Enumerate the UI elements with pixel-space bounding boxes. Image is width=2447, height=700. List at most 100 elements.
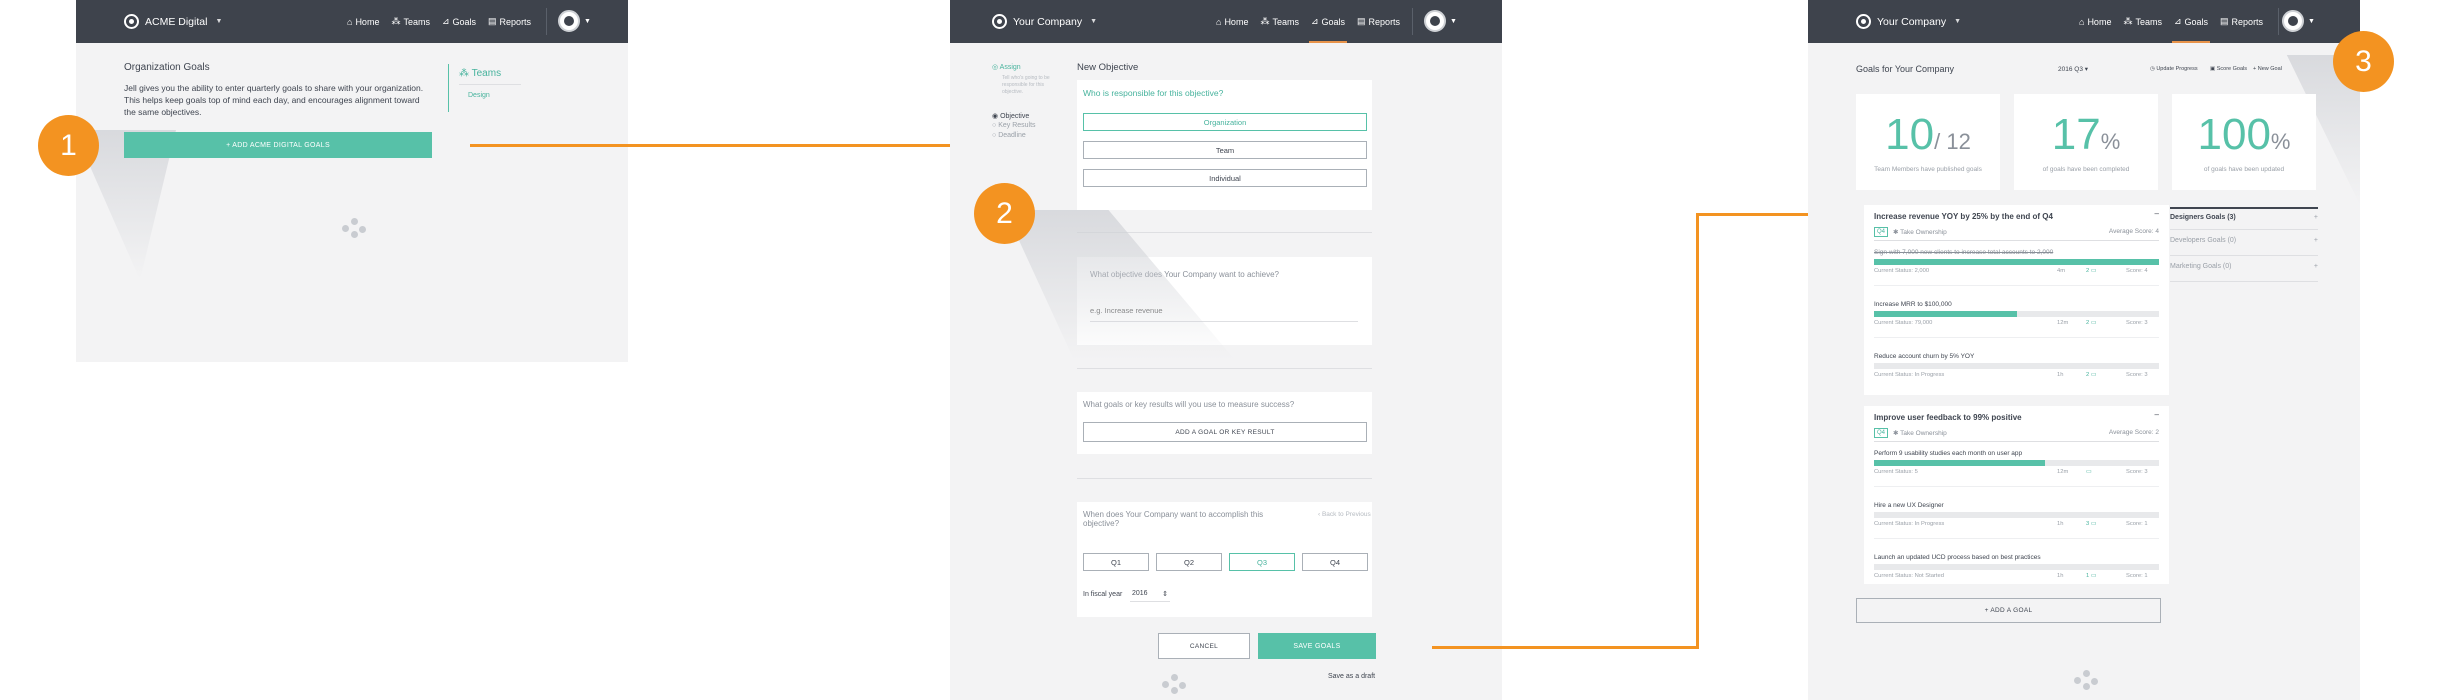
option-organization[interactable]: Organization [1083, 113, 1367, 131]
objective-card: Improve user feedback to 99% positive – Q4… [1864, 406, 2169, 584]
avatar[interactable] [1424, 10, 1446, 32]
avatar[interactable] [2282, 10, 2304, 32]
period-select[interactable]: 2016 Q3 ▾ [2058, 65, 2088, 73]
comments-count[interactable]: 3 ▭ [2086, 521, 2096, 527]
save-goals-button[interactable]: SAVE GOALS [1258, 633, 1376, 659]
step-badge: 1 [38, 115, 99, 176]
nav-goals[interactable]: ⊿ Goals [1308, 0, 1348, 43]
add-key-result-button[interactable]: ADD A GOAL OR KEY RESULT [1083, 422, 1367, 442]
chevron-down-icon[interactable]: ▼ [584, 18, 591, 25]
chart-icon: ⊿ [441, 16, 450, 26]
loading-spinner-icon [1162, 674, 1188, 694]
teams-heading-label: Teams [471, 68, 502, 79]
chevron-down-icon: ▼ [1954, 18, 1962, 25]
collapse-icon[interactable]: + [2314, 214, 2318, 221]
progress-fill [1874, 311, 2017, 317]
comment-icon: ▭ [2090, 372, 2097, 378]
step-objective[interactable]: ◉ Objective [992, 112, 1029, 120]
new-goal-button[interactable]: + New Goal [2253, 66, 2282, 72]
home-icon: ⌂ [1216, 16, 1222, 27]
comments-count[interactable]: 2 ▭ [2086, 320, 2096, 326]
nav-home[interactable]: ⌂ Home [1216, 0, 1248, 43]
step-key-results[interactable]: ○ Key Results [992, 122, 1036, 129]
minus-icon[interactable]: – [2155, 410, 2159, 419]
team-item-design[interactable]: Design [468, 92, 490, 99]
step-assign[interactable]: ◎ Assign [992, 63, 1021, 71]
stat-suffix: % [2270, 129, 2291, 154]
quarter-q1[interactable]: Q1 [1083, 553, 1149, 571]
side-group-developers[interactable]: Developers Goals (0) + [2170, 237, 2318, 244]
stat-caption: of goals have been updated [2203, 166, 2285, 173]
objective-title[interactable]: Improve user feedback to 99% positive [1874, 413, 2022, 422]
nav-reports[interactable]: ▤ Reports [1357, 0, 1400, 43]
report-icon: ▤ [488, 16, 497, 26]
add-org-goals-button[interactable]: + ADD ACME DIGITAL GOALS [124, 132, 432, 158]
key-result-name[interactable]: Hire a new UX Designer [1874, 502, 2159, 509]
cancel-button[interactable]: CANCEL [1158, 633, 1250, 659]
comments-count[interactable]: 1 ▭ [2086, 573, 2096, 579]
nav-divider [2278, 8, 2279, 35]
key-result-name[interactable]: Perform 9 usability studies each month o… [1874, 450, 2159, 457]
score-goals-button[interactable]: ▣ Score Goals [2210, 66, 2247, 72]
key-result-name[interactable]: Sign with 7,000 new clients to increase … [1874, 249, 2159, 256]
nav-home[interactable]: ⌂ Home [347, 0, 379, 43]
comment-count: 2 [2086, 372, 2090, 378]
side-group-designers[interactable]: Designers Goals (3) + [2170, 207, 2318, 221]
nav-reports[interactable]: ▤ Reports [488, 0, 531, 43]
nav-teams[interactable]: ⁂ Teams [1260, 0, 1299, 43]
nav-home[interactable]: ⌂ Home [2079, 0, 2111, 43]
divider [1874, 441, 2159, 442]
fiscal-year-select[interactable]: 2016 ⇕ [1130, 586, 1170, 602]
avatar[interactable] [558, 10, 580, 32]
quarter-q4[interactable]: Q4 [1302, 553, 1368, 571]
key-result-age: 1h [2057, 372, 2064, 378]
comment-count: 2 [2086, 320, 2090, 326]
objective-card: Increase revenue YOY by 25% by the end o… [1864, 205, 2169, 395]
key-result-name[interactable]: Increase MRR to $100,000 [1874, 301, 2159, 308]
minus-icon[interactable]: – [2155, 209, 2159, 218]
quarter-badge: Q4 [1874, 227, 1889, 237]
option-team[interactable]: Team [1083, 141, 1367, 159]
nav-goals[interactable]: ⊿ Goals [442, 0, 476, 43]
stat-caption: of goals have been completed [2042, 166, 2130, 173]
take-ownership-link[interactable]: ✱ Take Ownership [1893, 228, 1947, 236]
key-result-name[interactable]: Launch an updated UCD process based on b… [1874, 554, 2159, 561]
brand[interactable]: ACME Digital ▼ [76, 14, 222, 29]
comments-count[interactable]: 2 ▭ [2086, 268, 2096, 274]
brand[interactable]: Your Company ▼ [1808, 14, 1961, 29]
quarter-q2[interactable]: Q2 [1156, 553, 1222, 571]
key-result-age: 1h [2057, 521, 2064, 527]
nav-reports[interactable]: ▤ Reports [2220, 0, 2263, 43]
comments-count[interactable]: ▭ [2086, 469, 2091, 475]
step-deadline[interactable]: ○ Deadline [992, 132, 1026, 139]
divider [2170, 281, 2318, 282]
quarter-q3[interactable]: Q3 [1229, 553, 1295, 571]
back-link[interactable]: ‹ Back to Previous [1318, 511, 1371, 518]
step-check-icon: ◎ [992, 64, 1000, 71]
nav-teams[interactable]: ⁂ Teams [2123, 0, 2162, 43]
step-objective-label: Objective [1000, 113, 1030, 120]
expand-icon[interactable]: + [2314, 263, 2318, 270]
chevron-down-icon[interactable]: ▼ [2308, 18, 2315, 25]
comments-count[interactable]: 2 ▭ [2086, 372, 2096, 378]
owner-label: Take Ownership [1900, 229, 1947, 236]
take-ownership-link[interactable]: ✱ Take Ownership [1893, 429, 1947, 437]
nav-goals[interactable]: ⊿ Goals [2171, 0, 2211, 43]
key-result-score: Score: 3 [2126, 320, 2148, 326]
key-result-name[interactable]: Reduce account churn by 5% YOY [1874, 353, 2159, 360]
chevron-down-icon[interactable]: ▼ [1450, 18, 1457, 25]
save-draft-link[interactable]: Save as a draft [1328, 673, 1375, 680]
brand[interactable]: Your Company ▼ [950, 14, 1097, 29]
add-goal-button[interactable]: + ADD A GOAL [1856, 598, 2161, 623]
deadline-question: When does Your Company want to accomplis… [1083, 510, 1264, 528]
side-group-marketing[interactable]: Marketing Goals (0) + [2170, 263, 2318, 270]
logo-icon [1856, 14, 1871, 29]
nav-teams-label: Teams [403, 16, 430, 27]
comment-count: 3 [2086, 521, 2090, 527]
progress-bar [1874, 564, 2159, 570]
expand-icon[interactable]: + [2314, 237, 2318, 244]
nav-teams[interactable]: ⁂ Teams [391, 0, 430, 43]
option-individual[interactable]: Individual [1083, 169, 1367, 187]
update-progress-button[interactable]: ◷ Update Progress [2150, 66, 2198, 72]
objective-title[interactable]: Increase revenue YOY by 25% by the end o… [1874, 212, 2053, 221]
